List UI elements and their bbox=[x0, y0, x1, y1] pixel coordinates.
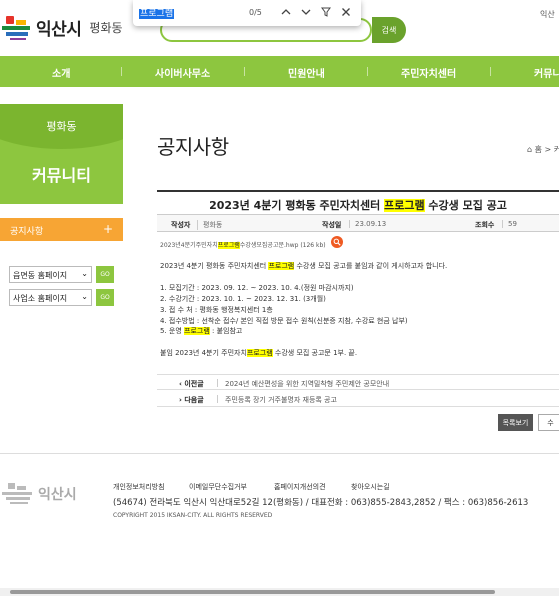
post-line-3: 3. 접 수 처 : 평화동 행정복지센터 1층 bbox=[160, 306, 273, 314]
nav-divider bbox=[367, 67, 368, 76]
body-text: 수강생 모집 공고문 1부. 끝. bbox=[272, 349, 358, 357]
iksan-logo-icon bbox=[2, 14, 32, 40]
sidebar-item-notice[interactable]: 공지사항 + bbox=[0, 218, 123, 241]
post-line-2: 2. 수강기간 : 2023. 10. 1. ~ 2023. 12. 31. (… bbox=[160, 295, 326, 303]
author-label: 작성자 bbox=[171, 221, 191, 229]
sidebar-title: 커뮤니티 bbox=[32, 166, 91, 185]
site-search-button[interactable]: 검색 bbox=[372, 17, 406, 43]
post-intro: 2023년 4분기 평화동 주민자치센터 프로그램 수강생 모집 공고를 붙임과… bbox=[160, 261, 447, 271]
author-value: 평화동 bbox=[197, 220, 222, 230]
views-value: 59 bbox=[502, 220, 517, 228]
footer-link-privacy[interactable]: 개인정보처리방침 bbox=[113, 482, 165, 492]
search-highlight: 프로그램 bbox=[268, 262, 295, 270]
search-highlight: 프로그램 bbox=[384, 199, 425, 212]
list-button[interactable]: 목록보기 bbox=[498, 414, 533, 431]
select-value: 읍면동 홈페이지 bbox=[13, 271, 68, 280]
edit-button[interactable]: 수 bbox=[538, 414, 559, 431]
nav-item-community[interactable]: 커뮤니 bbox=[534, 65, 559, 80]
footer-link-feedback[interactable]: 홈페이지개선의견 bbox=[274, 482, 326, 492]
select-value: 사업소 홈페이지 bbox=[13, 294, 68, 303]
post-title-rule bbox=[157, 190, 559, 192]
nav-item-civil-guide[interactable]: 민원안내 bbox=[288, 65, 325, 80]
sidebar-item-label: 공지사항 bbox=[10, 227, 44, 237]
body-text: 붙임 2023년 4분기 주민자치 bbox=[160, 349, 247, 357]
attachment-text: 수강생모집공고문.hwp (126 kb) bbox=[239, 242, 326, 249]
find-query: 프로그램 bbox=[139, 9, 175, 19]
post-attachment-note: 붙임 2023년 4분기 주민자치프로그램 수강생 모집 공고문 1부. 끝. bbox=[160, 348, 357, 358]
home-icon: ⌂ bbox=[527, 145, 533, 154]
site-logo[interactable]: 익산시 평화동 bbox=[2, 14, 123, 40]
sidebar-header: 평화동 커뮤니티 bbox=[0, 104, 123, 204]
filter-icon[interactable] bbox=[319, 5, 333, 19]
footer-divider bbox=[0, 453, 559, 454]
find-match-count: 0/5 bbox=[249, 8, 262, 17]
prev-post-title[interactable]: 2024년 예산편성을 위한 지역밀착형 주민제안 공모안내 bbox=[225, 379, 389, 389]
breadcrumb: ⌂ 홈 > 커 bbox=[527, 144, 559, 155]
town-homepage-go-button[interactable]: GO bbox=[96, 266, 114, 283]
page-title: 공지사항 bbox=[157, 135, 229, 159]
preview-search-icon[interactable] bbox=[331, 236, 343, 248]
plus-icon: + bbox=[102, 222, 113, 236]
breadcrumb-text[interactable]: 홈 > 커 bbox=[535, 145, 559, 154]
body-text: 5. 운영 bbox=[160, 327, 185, 335]
search-highlight: 프로그램 bbox=[184, 327, 210, 335]
footer-address: (54674) 전라북도 익산시 익산대로52길 12(평화동) / 대표전화 … bbox=[113, 498, 529, 508]
search-highlight: 프로그램 bbox=[246, 349, 273, 357]
body-text: : 붙임참고 bbox=[209, 327, 243, 335]
town-homepage-select[interactable]: 읍면동 홈페이지 ⌄ bbox=[9, 266, 92, 283]
sidebar-dong: 평화동 bbox=[46, 120, 77, 133]
row-divider bbox=[217, 379, 218, 387]
main-nav: 소개 사이버사무소 민원안내 주민자치센터 커뮤니 bbox=[0, 56, 559, 87]
chevron-down-icon: ⌄ bbox=[81, 292, 88, 301]
horizontal-scrollbar[interactable] bbox=[0, 588, 559, 596]
nav-divider bbox=[244, 67, 245, 76]
attachment-link[interactable]: 2023년4분기주민자치프로그램수강생모집공고문.hwp (126 kb) bbox=[160, 240, 326, 249]
logo-subtitle: 평화동 bbox=[89, 20, 123, 35]
iksan-logo-icon bbox=[2, 483, 36, 505]
search-highlight: 프로그램 bbox=[217, 242, 240, 249]
post-line-1: 1. 모집기간 : 2023. 09. 12. ~ 2023. 10. 4.(정… bbox=[160, 284, 354, 292]
office-homepage-select[interactable]: 사업소 홈페이지 ⌄ bbox=[9, 289, 92, 306]
attachment-text: 2023년4분기주민자치 bbox=[160, 242, 218, 249]
find-input[interactable]: 프로그램 bbox=[139, 6, 175, 19]
prev-post-label: ‹ 이전글 bbox=[179, 380, 204, 388]
scrollbar-thumb[interactable] bbox=[10, 590, 495, 594]
post-title-text: 수강생 모집 공고 bbox=[424, 199, 507, 212]
row-divider bbox=[217, 395, 218, 403]
footer-copyright: COPYRIGHT 2015 IKSAN-CITY. ALL RIGHTS RE… bbox=[113, 512, 273, 519]
footer-link-email-policy[interactable]: 이메일무단수집거부 bbox=[189, 482, 247, 492]
find-bar: 프로그램 0/5 bbox=[133, 0, 361, 26]
footer-link-directions[interactable]: 찾아오시는길 bbox=[351, 482, 390, 492]
date-value: 23.09.13 bbox=[349, 220, 386, 228]
chevron-down-icon: ⌄ bbox=[81, 269, 88, 278]
office-homepage-go-button[interactable]: GO bbox=[96, 289, 114, 306]
post-title-text: 2023년 4분기 평화동 주민자치센터 bbox=[209, 199, 385, 212]
post-line-4: 4. 접수방법 : 선착순 접수/ 본인 직접 방문 접수 원칙(신분증 지참,… bbox=[160, 317, 408, 325]
post-title: 2023년 4분기 평화동 주민자치센터 프로그램 수강생 모집 공고 bbox=[157, 193, 559, 214]
nav-item-intro[interactable]: 소개 bbox=[52, 65, 70, 80]
nav-item-cyber-office[interactable]: 사이버사무소 bbox=[155, 65, 210, 80]
footer-logo: 익산시 bbox=[2, 483, 77, 505]
town-homepage-row: 읍면동 홈페이지 ⌄ GO bbox=[9, 266, 115, 283]
chevron-down-icon[interactable] bbox=[299, 5, 313, 19]
chevron-up-icon[interactable] bbox=[279, 5, 293, 19]
post-meta: 작성자 평화동 작성일 23.09.13 조회수 59 bbox=[157, 214, 559, 232]
close-icon[interactable] bbox=[339, 5, 353, 19]
next-post-title[interactable]: 주민등록 장기 거주불명자 재등록 공고 bbox=[225, 395, 337, 405]
next-post-label: › 다음글 bbox=[179, 396, 204, 404]
nav-divider bbox=[121, 67, 122, 76]
nav-item-autonomy-center[interactable]: 주민자치센터 bbox=[401, 65, 456, 80]
nav-divider bbox=[490, 67, 491, 76]
next-post-row[interactable]: › 다음글 주민등록 장기 거주불명자 재등록 공고 bbox=[157, 391, 559, 407]
views-label: 조회수 bbox=[475, 221, 495, 229]
logo-text: 익산시 bbox=[36, 19, 82, 39]
top-right-link[interactable]: 익산 bbox=[540, 9, 555, 20]
prev-post-row[interactable]: ‹ 이전글 2024년 예산편성을 위한 지역밀착형 주민제안 공모안내 bbox=[157, 374, 559, 390]
office-homepage-row: 사업소 홈페이지 ⌄ GO bbox=[9, 289, 115, 306]
date-label: 작성일 bbox=[322, 221, 342, 229]
body-text: 2023년 4분기 평화동 주민자치센터 bbox=[160, 262, 269, 270]
footer-logo-text: 익산시 bbox=[38, 487, 77, 503]
body-text: 수강생 모집 공고를 붙임과 같이 게시하고자 합니다. bbox=[294, 262, 448, 270]
post-line-5: 5. 운영 프로그램 : 붙임참고 bbox=[160, 326, 242, 336]
